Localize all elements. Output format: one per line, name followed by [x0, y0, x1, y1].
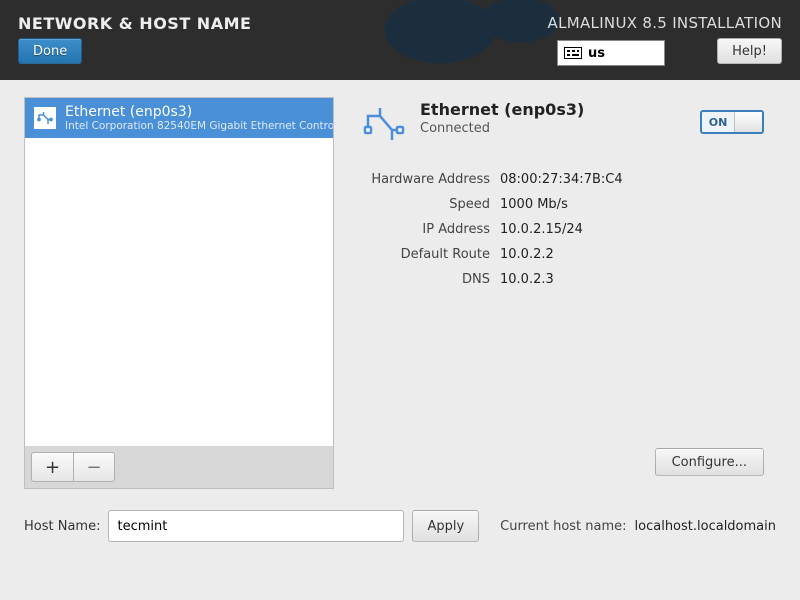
dns-value: 10.0.2.3	[500, 272, 776, 287]
speed-label: Speed	[360, 197, 490, 212]
default-route-label: Default Route	[360, 247, 490, 262]
done-button[interactable]: Done	[18, 38, 82, 64]
interface-description: Intel Corporation 82540EM Gigabit Ethern…	[65, 120, 333, 132]
installer-subtitle: ALMALINUX 8.5 INSTALLATION	[548, 14, 782, 32]
default-route-value: 10.0.2.2	[500, 247, 776, 262]
help-button[interactable]: Help!	[717, 38, 782, 64]
hostname-label: Host Name:	[24, 519, 100, 534]
ip-address-value: 10.0.2.15/24	[500, 222, 776, 237]
keyboard-layout-label: us	[588, 46, 605, 61]
interface-item-enp0s3[interactable]: Ethernet (enp0s3) Intel Corporation 8254…	[25, 98, 333, 138]
hostname-input[interactable]	[108, 510, 404, 542]
current-hostname-label: Current host name:	[500, 519, 626, 534]
ethernet-icon	[360, 100, 408, 152]
add-interface-button[interactable]: +	[31, 452, 73, 482]
interface-name: Ethernet (enp0s3)	[65, 104, 333, 120]
interface-details-text: Ethernet (enp0s3) Connected	[420, 100, 584, 136]
keyboard-icon	[564, 47, 582, 59]
hostname-row: Host Name: Apply Current host name: loca…	[24, 510, 776, 542]
hw-address-label: Hardware Address	[360, 172, 490, 187]
connection-toggle[interactable]: ON	[700, 110, 764, 134]
keyboard-layout-indicator[interactable]: us	[557, 40, 665, 66]
remove-interface-button[interactable]: −	[73, 452, 115, 482]
detail-interface-name: Ethernet (enp0s3)	[420, 100, 584, 119]
interface-item-text: Ethernet (enp0s3) Intel Corporation 8254…	[65, 104, 333, 132]
dns-label: DNS	[360, 272, 490, 287]
speed-value: 1000 Mb/s	[500, 197, 776, 212]
detail-interface-status: Connected	[420, 121, 584, 136]
interface-list-panel: Ethernet (enp0s3) Intel Corporation 8254…	[24, 97, 334, 489]
apply-button[interactable]: Apply	[412, 510, 479, 542]
installer-header: NETWORK & HOST NAME ALMALINUX 8.5 INSTAL…	[0, 0, 800, 80]
page-title: NETWORK & HOST NAME	[18, 14, 251, 33]
interface-properties: Hardware Address 08:00:27:34:7B:C4 Speed…	[360, 172, 776, 287]
interface-addremove: + −	[31, 452, 115, 482]
toggle-on-label: ON	[702, 116, 734, 129]
ethernet-icon	[33, 106, 57, 130]
hw-address-value: 08:00:27:34:7B:C4	[500, 172, 776, 187]
interface-list[interactable]: Ethernet (enp0s3) Intel Corporation 8254…	[25, 98, 333, 446]
current-hostname-value: localhost.localdomain	[635, 519, 776, 534]
configure-button[interactable]: Configure...	[655, 448, 764, 476]
ip-address-label: IP Address	[360, 222, 490, 237]
toggle-knob	[734, 112, 762, 132]
